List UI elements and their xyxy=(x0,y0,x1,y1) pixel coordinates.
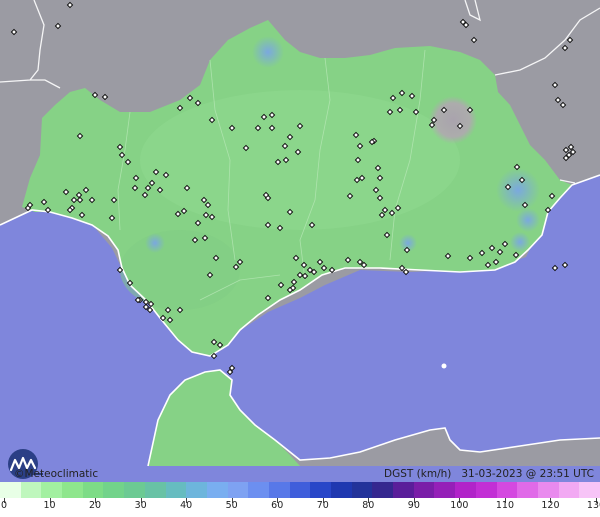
legend-swatch xyxy=(310,482,331,498)
legend-tick-label: 10 xyxy=(43,500,56,511)
legend-swatch xyxy=(62,482,83,498)
legend-swatch xyxy=(579,482,600,498)
gust-spot-almeria xyxy=(496,168,540,212)
legend-swatch xyxy=(558,482,580,498)
legend-swatch xyxy=(186,482,207,498)
legend-tick-label: 130 xyxy=(586,500,600,511)
copyright-symbol: © xyxy=(14,468,25,480)
legend-swatch xyxy=(165,482,187,498)
legend-swatch xyxy=(455,482,476,498)
legend-swatch xyxy=(227,482,249,498)
gust-spot-almeria-3 xyxy=(510,232,530,252)
gust-spot-sevilla xyxy=(145,233,165,253)
alboran-island xyxy=(441,363,447,369)
legend-swatch xyxy=(41,482,63,498)
legend-tick-label: 90 xyxy=(407,500,420,511)
legend-swatch xyxy=(206,482,228,498)
legend-swatch xyxy=(248,482,269,498)
legend-swatch xyxy=(103,482,125,498)
legend-tick-label: 50 xyxy=(225,500,238,511)
legend-tick-label: 100 xyxy=(450,500,469,511)
legend-swatch xyxy=(124,482,145,498)
legend-tick-label: 120 xyxy=(541,500,560,511)
legend-swatch xyxy=(537,482,559,498)
wind-gust-map xyxy=(0,0,600,517)
legend-swatch xyxy=(0,482,21,498)
legend-swatch xyxy=(268,482,290,498)
legend-tick-label: 80 xyxy=(362,500,375,511)
legend-tick-label: 0 xyxy=(0,500,8,511)
legend-tick-label: 20 xyxy=(89,500,102,511)
legend-swatch xyxy=(289,482,311,498)
legend-swatch xyxy=(351,482,373,498)
credit: © Meteoclimatic xyxy=(8,466,98,482)
legend-swatch xyxy=(331,482,352,498)
map-footer: © Meteoclimatic DGST (km/h) 31-03-2023 @ … xyxy=(0,466,600,517)
legend-tick-label: 40 xyxy=(180,500,193,511)
legend-tick-label: 110 xyxy=(495,500,514,511)
legend-swatch xyxy=(20,482,42,498)
legend-color-scale xyxy=(0,482,600,498)
legend-swatch xyxy=(517,482,538,498)
legend-swatch xyxy=(144,482,166,498)
legend-tick-label: 70 xyxy=(316,500,329,511)
legend-swatch xyxy=(413,482,435,498)
legend-swatch xyxy=(496,482,518,498)
legend-swatch xyxy=(434,482,456,498)
gust-spot-almeria-2 xyxy=(516,208,540,232)
legend-swatch xyxy=(372,482,394,498)
credit-name: Meteoclimatic xyxy=(24,468,99,480)
gust-spot-jaen xyxy=(252,36,284,68)
legend-swatch xyxy=(82,482,104,498)
legend-swatch xyxy=(393,482,414,498)
terrain-shade-1 xyxy=(140,90,460,230)
map-caption: DGST (km/h) 31-03-2023 @ 23:51 UTC xyxy=(384,468,594,480)
legend-swatch xyxy=(475,482,497,498)
legend-tick-label: 60 xyxy=(271,500,284,511)
legend-tick-label: 30 xyxy=(134,500,147,511)
legend-tick-labels: 0 10 20 30 40 50 60 70 80 90 100 110 120 130 xyxy=(0,498,600,517)
